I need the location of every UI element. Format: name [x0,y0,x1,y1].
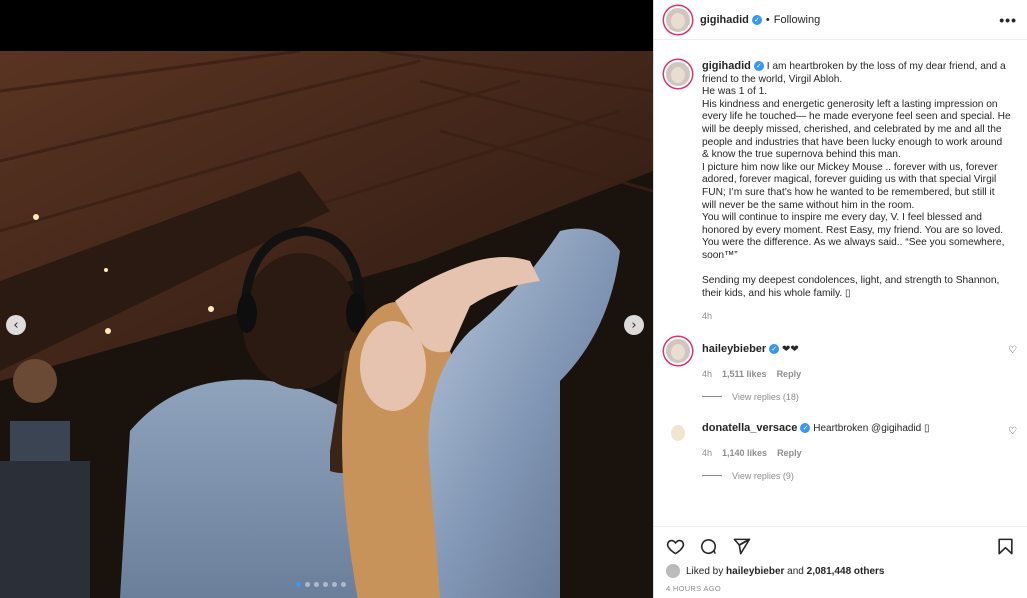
replies-line [702,396,722,398]
caption-line: every life he touched— he made everyone … [702,111,1011,123]
reply-button[interactable]: Reply [777,448,802,458]
slide-dot [332,582,337,587]
verified-badge-icon: ✓ [753,61,764,72]
likes-summary: Liked by haileybieber and 2,081,448 othe… [666,564,1015,578]
reply-button[interactable]: Reply [777,369,802,379]
comment-meta: 4h 1,140 likes Reply [702,448,992,458]
comment-body: haileybieber ✓ ❤❤ 4h 1,511 likes Reply Vi… [702,337,992,402]
caption-line: Sending my deepest condolences, light, a… [702,275,1000,287]
view-replies-button[interactable]: View replies (9) [702,471,992,481]
comment-text: ❤❤ [782,343,799,355]
caption-line: friend to the world, Virgil Abloh. [702,73,843,85]
slide-dot [296,582,301,587]
comment-like-heart-icon[interactable]: ♡ [1008,345,1017,356]
caption-line: You were the difference. As we always sa… [702,237,1005,249]
post-media: ‹ › [0,0,653,598]
separator-dot: • [765,13,770,26]
likes-prefix: Liked by [686,565,724,577]
author-username[interactable]: gigihadid [700,14,749,26]
view-replies-button[interactable]: View replies (18) [702,392,992,402]
comment-item: haileybieber ✓ ❤❤ 4h 1,511 likes Reply Vi… [654,336,1027,402]
heart-icon[interactable] [666,537,685,556]
caption-line: will never be the same without him in th… [702,199,915,211]
comment-avatar[interactable] [664,417,692,446]
verified-badge-icon: ✓ [769,344,780,355]
post-timestamp: 4 HOURS AGO [666,584,721,593]
comment-likes[interactable]: 1,511 likes [722,369,767,379]
caption-line: I picture him now like our Mickey Mouse … [702,161,998,173]
replies-line [702,475,722,477]
caption-line: honored by every moment. Rest Easy, my f… [702,224,1004,236]
post-actions: Liked by haileybieber and 2,081,448 othe… [654,526,1027,593]
slide-dot [305,582,310,587]
caption-line: His kindness and energetic generosity le… [702,98,998,110]
comment-username[interactable]: donatella_versace [702,422,797,434]
caption-line: will be deeply missed, cherished, and ce… [702,123,1002,135]
caption-line: You will continue to inspire me every da… [702,212,982,224]
slide-indicator [296,582,346,587]
slide-dot [314,582,319,587]
comment-username[interactable]: haileybieber [702,343,766,355]
caption-text: gigihadid ✓ I am heartbroken by the loss … [702,60,1012,323]
slide-dot [323,582,328,587]
caption-line: their kids, and his whole family. ▯ [702,287,851,299]
likes-count[interactable]: 2,081,448 others [807,566,885,577]
caption-line: people and industries that have been luc… [702,136,1003,148]
comment-time: 4h [702,447,713,458]
caption-line: soon™” [702,249,738,261]
comment-icon[interactable] [699,537,718,556]
comment-avatar[interactable] [664,336,692,365]
caption-line [702,263,1012,276]
caption-avatar[interactable] [664,60,692,88]
caption-line: gigihadid ✓ I am heartbroken by the loss … [702,60,1006,72]
action-icons [666,535,1015,557]
slide-dot [341,582,346,587]
caption-lines: gigihadid ✓ I am heartbroken by the loss … [702,60,1012,300]
post-header: gigihadid ✓ • Following ••• [654,0,1027,40]
liker-avatar[interactable] [666,564,680,578]
caption-line: He was 1 of 1. [702,86,768,98]
comment-likes[interactable]: 1,140 likes [722,448,767,458]
post-photo [0,51,653,598]
verified-badge-icon: ✓ [751,14,762,25]
caption-line: & know the true supernova behind this ma… [702,149,901,161]
caption-line: FUN; I’m sure that’s how he wanted to be… [702,186,995,198]
comment-text: Heartbroken @gigihadid ▯ [813,422,930,434]
liker-username[interactable]: haileybieber [726,566,784,577]
view-replies-label: View replies (18) [732,391,799,402]
author-avatar[interactable] [664,5,692,34]
comment-body: donatella_versace ✓ Heartbroken @gigihadi… [702,418,992,481]
comment-item: donatella_versace ✓ Heartbroken @gigihadi… [654,417,1027,481]
comment-time: 4h [702,368,713,379]
comments-section[interactable]: gigihadid ✓ I am heartbroken by the loss … [654,52,1027,522]
photo-illustration [0,51,653,598]
previous-slide-button[interactable]: ‹ [6,315,26,335]
post-sidebar: gigihadid ✓ • Following ••• gigihadid ✓ I… [653,0,1027,598]
caption-time: 4h [702,311,713,322]
caption-username[interactable]: gigihadid [702,60,751,72]
comment-like-heart-icon[interactable]: ♡ [1008,426,1017,437]
next-slide-button[interactable]: › [624,315,644,335]
verified-badge-icon: ✓ [800,423,811,434]
comment-meta: 4h 1,511 likes Reply [702,369,992,379]
view-replies-label: View replies (9) [732,470,794,481]
more-options-icon[interactable]: ••• [999,12,1017,28]
post-caption: gigihadid ✓ I am heartbroken by the loss … [654,52,1027,323]
paper-plane-icon[interactable] [732,537,751,556]
likes-joiner: and [787,565,804,577]
bookmark-icon[interactable] [996,537,1015,556]
following-button[interactable]: Following [774,14,820,26]
caption-line: adored, forever magical, forever guiding… [702,174,997,186]
